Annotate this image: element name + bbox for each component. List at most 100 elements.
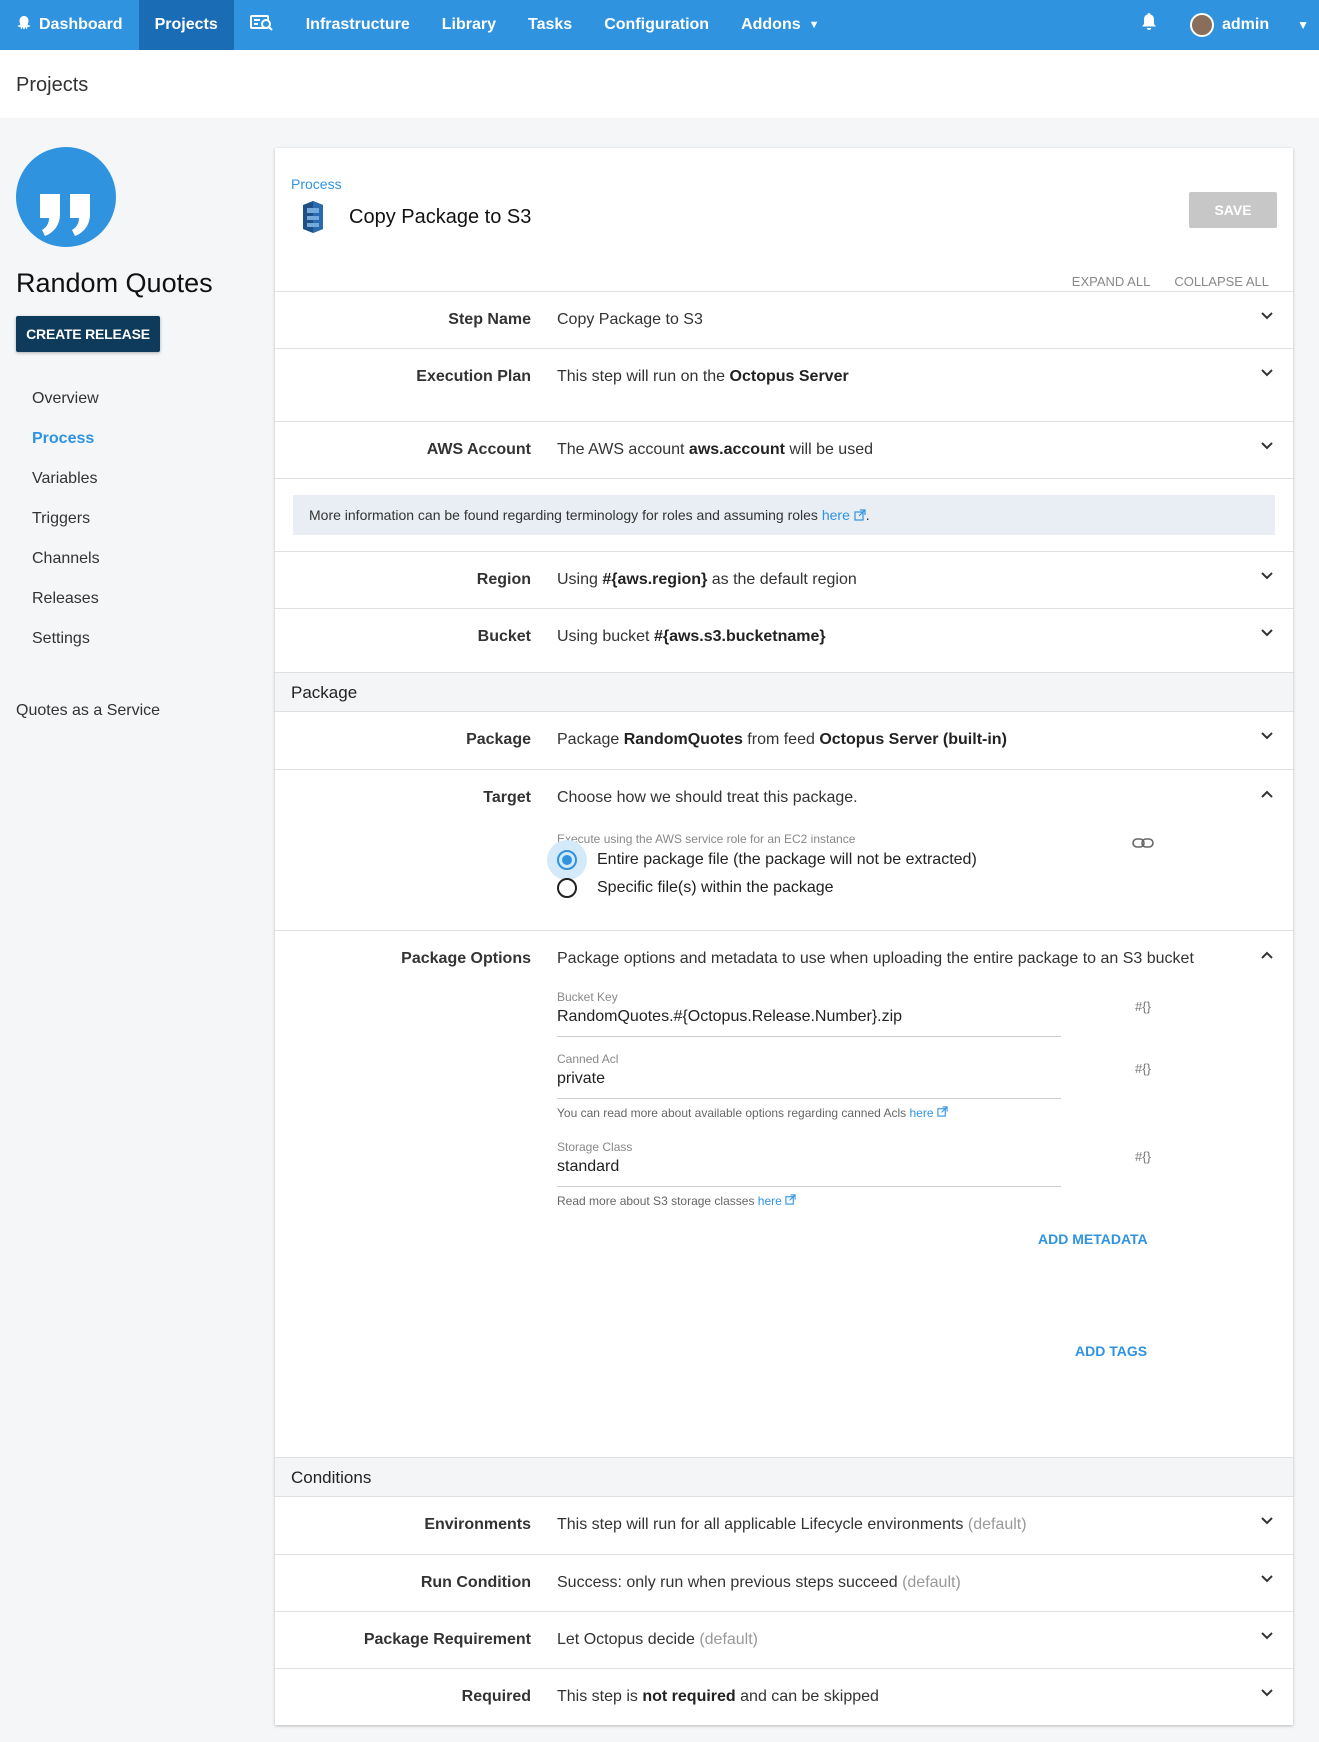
menu-overview[interactable]: Overview: [32, 390, 100, 430]
page-title: Projects: [16, 74, 89, 96]
storage-class-help-link[interactable]: here: [758, 1194, 782, 1208]
radio-entire-package-label[interactable]: Entire package file (the package will no…: [597, 851, 977, 869]
external-link-icon: [785, 1194, 796, 1205]
chevron-down-icon[interactable]: [1261, 1573, 1273, 1585]
row-value: This step will run for all applicable Li…: [557, 1516, 1027, 1533]
octopus-icon: [16, 15, 32, 36]
chevron-down-icon[interactable]: [1261, 1515, 1273, 1527]
avatar[interactable]: [1189, 13, 1214, 37]
row-label: Required: [461, 1688, 531, 1705]
user-name[interactable]: admin: [1222, 16, 1269, 34]
radio-entire-package[interactable]: [557, 850, 577, 870]
radio-specific-files[interactable]: [557, 878, 577, 898]
chevron-down-icon[interactable]: [1261, 570, 1273, 582]
package-requirement-row[interactable]: Package Requirement Let Octopus decide (…: [275, 1611, 1293, 1668]
nav-dashboard[interactable]: Dashboard: [0, 0, 139, 50]
nav-tasks[interactable]: Tasks: [512, 0, 588, 50]
chevron-down-icon[interactable]: [1261, 1630, 1273, 1642]
package-row[interactable]: Package Package RandomQuotes from feed O…: [275, 712, 1293, 769]
row-value: Let Octopus decide (default): [557, 1631, 759, 1648]
canned-acl-label: Canned Acl: [557, 1052, 619, 1066]
canned-acl-input[interactable]: private: [557, 1065, 1061, 1099]
project-name: Random Quotes: [16, 268, 213, 298]
chevron-down-icon[interactable]: [1261, 367, 1273, 379]
expand-all-link[interactable]: EXPAND ALL: [1072, 274, 1151, 289]
nav-addons-label: Addons: [741, 16, 801, 33]
row-label: Package Requirement: [363, 1631, 531, 1648]
bucket-key-input[interactable]: RandomQuotes.#{Octopus.Release.Number}.z…: [557, 1003, 1061, 1037]
roles-help-link[interactable]: here: [822, 507, 850, 523]
nav-addons[interactable]: Addons ▼: [725, 0, 835, 50]
external-link-icon: [937, 1106, 948, 1117]
nav-dashboard-label: Dashboard: [39, 16, 123, 33]
storage-class-input[interactable]: standard: [557, 1153, 1061, 1187]
chevron-down-icon[interactable]: [1261, 1687, 1273, 1699]
row-label: Package Options: [401, 950, 531, 967]
menu-settings[interactable]: Settings: [32, 630, 100, 670]
chevron-up-icon[interactable]: [1261, 788, 1273, 800]
row-value: This step is not required and can be ski…: [557, 1688, 879, 1705]
bucket-row[interactable]: Bucket Using bucket #{aws.s3.bucketname}: [275, 608, 1293, 665]
radio-specific-files-label[interactable]: Specific file(s) within the package: [597, 879, 834, 897]
conditions-section-header: Conditions: [275, 1457, 1293, 1497]
row-value: Copy Package to S3: [557, 311, 703, 328]
row-label: Step Name: [448, 311, 531, 328]
run-condition-row[interactable]: Run Condition Success: only run when pre…: [275, 1554, 1293, 1611]
menu-releases[interactable]: Releases: [32, 590, 100, 630]
menu-triggers[interactable]: Triggers: [32, 510, 100, 550]
step-editor-card: Process Copy Package to S3 SAVE EXPAND A…: [275, 148, 1293, 1725]
menu-variables[interactable]: Variables: [32, 470, 100, 510]
row-value: Package RandomQuotes from feed Octopus S…: [557, 731, 1007, 748]
info-callout: More information can be found regarding …: [293, 495, 1275, 535]
chevron-down-icon[interactable]: [1261, 440, 1273, 452]
chevron-down-icon[interactable]: [1261, 310, 1273, 322]
link-icon[interactable]: [1132, 837, 1154, 849]
variable-bind-icon[interactable]: #{}: [1135, 999, 1151, 1014]
save-button[interactable]: SAVE: [1189, 192, 1277, 228]
row-value: Success: only run when previous steps su…: [557, 1574, 961, 1591]
row-label: AWS Account: [426, 441, 531, 458]
project-group-link[interactable]: Quotes as a Service: [16, 702, 160, 720]
row-value: This step will run on the Octopus Server: [557, 368, 849, 385]
row-label: Target: [483, 789, 531, 806]
caret-down-icon: ▼: [808, 19, 820, 31]
execution-plan-row[interactable]: Execution Plan This step will run on the…: [275, 348, 1293, 421]
chevron-down-icon[interactable]: [1261, 627, 1273, 639]
aws-account-row[interactable]: AWS Account The AWS account aws.account …: [275, 421, 1293, 478]
step-name-row[interactable]: Step Name Copy Package to S3: [275, 291, 1293, 348]
menu-process[interactable]: Process: [32, 430, 100, 470]
menu-channels[interactable]: Channels: [32, 550, 100, 590]
nav-configuration[interactable]: Configuration: [588, 0, 725, 50]
nav-projects[interactable]: Projects: [138, 0, 234, 50]
step-title: Copy Package to S3: [349, 206, 532, 228]
aws-s3-icon: [299, 200, 327, 234]
region-row[interactable]: Region Using #{aws.region} as the defaul…: [275, 551, 1293, 608]
row-value: Package options and metadata to use when…: [557, 950, 1194, 967]
add-tags-button[interactable]: ADD TAGS: [1075, 1343, 1147, 1359]
variable-bind-icon[interactable]: #{}: [1135, 1061, 1151, 1076]
info-row: More information can be found regarding …: [275, 478, 1293, 551]
top-nav: Dashboard Projects Infrastructure Librar…: [0, 0, 1319, 50]
environments-row[interactable]: Environments This step will run for all …: [275, 1497, 1293, 1554]
chevron-up-icon[interactable]: [1261, 949, 1273, 961]
project-logo: [16, 147, 116, 247]
collapse-all-link[interactable]: COLLAPSE ALL: [1174, 274, 1269, 289]
required-row[interactable]: Required This step is not required and c…: [275, 1668, 1293, 1725]
user-menu-caret-icon[interactable]: ▼: [1297, 18, 1309, 32]
expand-collapse-links: EXPAND ALL COLLAPSE ALL: [1072, 274, 1269, 289]
breadcrumb[interactable]: Process: [291, 176, 342, 192]
canned-acl-help-link[interactable]: here: [909, 1106, 933, 1120]
row-label: Region: [476, 571, 531, 588]
storage-class-label: Storage Class: [557, 1140, 633, 1154]
row-value: The AWS account aws.account will be used: [557, 441, 873, 458]
add-metadata-button[interactable]: ADD METADATA: [1038, 1231, 1148, 1247]
nav-library[interactable]: Library: [426, 0, 512, 50]
canned-acl-help: You can read more about available option…: [557, 1106, 948, 1120]
create-release-button[interactable]: CREATE RELEASE: [16, 316, 160, 352]
nav-infrastructure[interactable]: Infrastructure: [290, 0, 426, 50]
nav-search-screen[interactable]: [234, 0, 290, 50]
variable-bind-icon[interactable]: #{}: [1135, 1149, 1151, 1164]
row-label: Environments: [424, 1516, 531, 1533]
chevron-down-icon[interactable]: [1261, 730, 1273, 742]
bell-icon[interactable]: [1140, 12, 1158, 38]
